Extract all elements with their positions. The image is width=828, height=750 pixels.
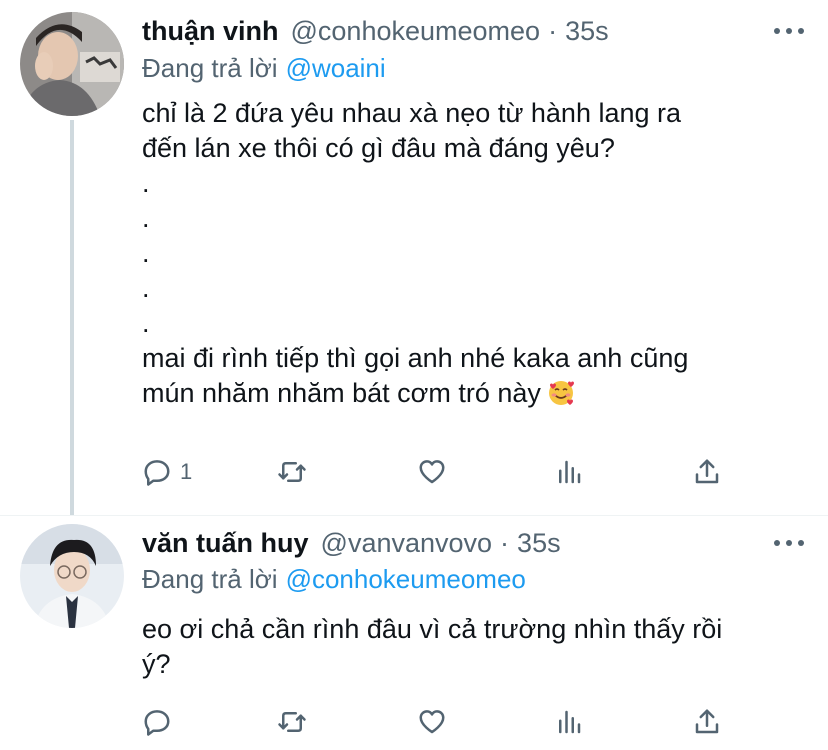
text-line: . xyxy=(142,238,150,268)
tweet-1[interactable]: thuận vinh @conhokeumeomeo · 35s Đang tr… xyxy=(0,0,828,515)
replying-prefix: Đang trả lời xyxy=(142,52,278,83)
author-handle[interactable]: @vanvanvovo xyxy=(321,528,493,559)
text-line: đến lán xe thôi có gì đâu mà đáng yêu? xyxy=(142,133,615,163)
separator-dot: · xyxy=(548,15,558,46)
text-line: mai đi rình tiếp thì gọi anh nhé kaka an… xyxy=(142,343,689,373)
timestamp[interactable]: 35s xyxy=(565,16,609,47)
more-icon[interactable] xyxy=(774,28,804,38)
text-line: chỉ là 2 đứa yêu nhau xà nẹo từ hành lan… xyxy=(142,98,682,128)
share-icon xyxy=(695,459,719,484)
reply-icon xyxy=(144,710,170,736)
tweet-text: chỉ là 2 đứa yêu nhau xà nẹo từ hành lan… xyxy=(142,96,792,411)
replying-to: Đang trả lời @conhokeumeomeo xyxy=(142,562,526,596)
tweet-header: thuận vinh @conhokeumeomeo · 35s xyxy=(142,14,808,48)
text-line: . xyxy=(142,273,150,303)
like-button[interactable] xyxy=(417,702,447,742)
text-line: . xyxy=(142,203,150,233)
timestamp[interactable]: 35s xyxy=(517,528,561,559)
retweet-icon xyxy=(278,712,306,732)
tweet-2[interactable]: văn tuấn huy @vanvanvovo · 35s Đang trả … xyxy=(0,516,828,750)
analytics-icon xyxy=(559,710,581,734)
text-line: eo ơi chả cần rình đâu vì cả trường nhìn… xyxy=(142,614,723,644)
tweet-text: eo ơi chả cần rình đâu vì cả trường nhìn… xyxy=(142,612,792,682)
reply-button[interactable]: 1 xyxy=(142,452,192,492)
reply-icon xyxy=(144,460,170,486)
analytics-icon xyxy=(559,460,581,484)
text-line-with-emoji: mún nhăm nhăm bát cơm tró này xyxy=(142,376,792,411)
text-line: . xyxy=(142,308,150,338)
like-button[interactable] xyxy=(417,452,447,492)
replying-mention[interactable]: @conhokeumeomeo xyxy=(286,564,526,595)
avatar[interactable] xyxy=(20,524,124,628)
replying-to: Đang trả lời @woaini xyxy=(142,51,386,85)
smiling-face-with-hearts-icon xyxy=(548,381,574,405)
text-line: . xyxy=(142,168,150,198)
tweet-header: văn tuấn huy @vanvanvovo · 35s xyxy=(142,526,808,560)
thread-line xyxy=(70,120,74,515)
author-name[interactable]: văn tuấn huy xyxy=(142,528,309,559)
text-line: mún nhăm nhăm bát cơm tró này xyxy=(142,378,541,408)
separator-dot: · xyxy=(500,527,510,558)
tweet-actions xyxy=(142,702,742,742)
retweet-button[interactable] xyxy=(277,452,307,492)
analytics-button[interactable] xyxy=(554,452,584,492)
avatar[interactable] xyxy=(20,12,124,116)
like-icon xyxy=(419,710,445,734)
text-line: ý? xyxy=(142,649,171,679)
replying-mention[interactable]: @woaini xyxy=(286,53,386,84)
share-button[interactable] xyxy=(692,452,722,492)
reply-button[interactable] xyxy=(142,702,180,742)
retweet-icon xyxy=(278,462,306,482)
share-icon xyxy=(695,709,719,734)
retweet-button[interactable] xyxy=(277,702,307,742)
tweet-actions: 1 xyxy=(142,452,742,492)
reply-count: 1 xyxy=(180,459,193,484)
share-button[interactable] xyxy=(692,702,722,742)
replying-prefix: Đang trả lời xyxy=(142,563,278,594)
like-icon xyxy=(419,460,445,484)
author-handle[interactable]: @conhokeumeomeo xyxy=(291,16,541,47)
author-name[interactable]: thuận vinh xyxy=(142,16,279,47)
analytics-button[interactable] xyxy=(554,702,584,742)
more-icon[interactable] xyxy=(774,540,804,550)
